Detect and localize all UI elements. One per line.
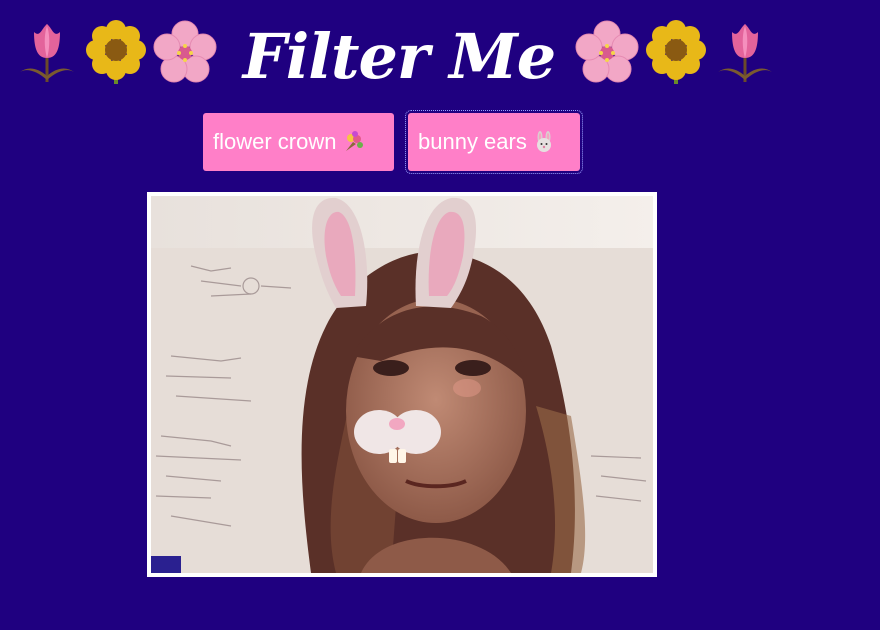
page-title: Filter Me — [242, 20, 557, 93]
header: Filter Me — [0, 10, 880, 100]
webcam-video — [147, 192, 657, 577]
cherry-blossom-icon — [153, 20, 217, 83]
webcam-feed — [151, 196, 653, 573]
cherry-blossom-icon — [575, 20, 639, 83]
tulip-icon — [20, 24, 74, 82]
bouquet-icon — [346, 131, 364, 151]
flower-crown-label: flower crown — [213, 129, 337, 154]
rabbit-icon — [536, 131, 551, 152]
bunny-ears-label: bunny ears — [418, 129, 527, 154]
bunny-ears-button[interactable]: bunny ears — [405, 110, 583, 174]
tulip-icon — [718, 24, 772, 82]
flower-crown-button[interactable]: flower crown — [203, 113, 394, 171]
sunflower-icon — [646, 20, 706, 84]
sunflower-icon — [86, 20, 146, 84]
